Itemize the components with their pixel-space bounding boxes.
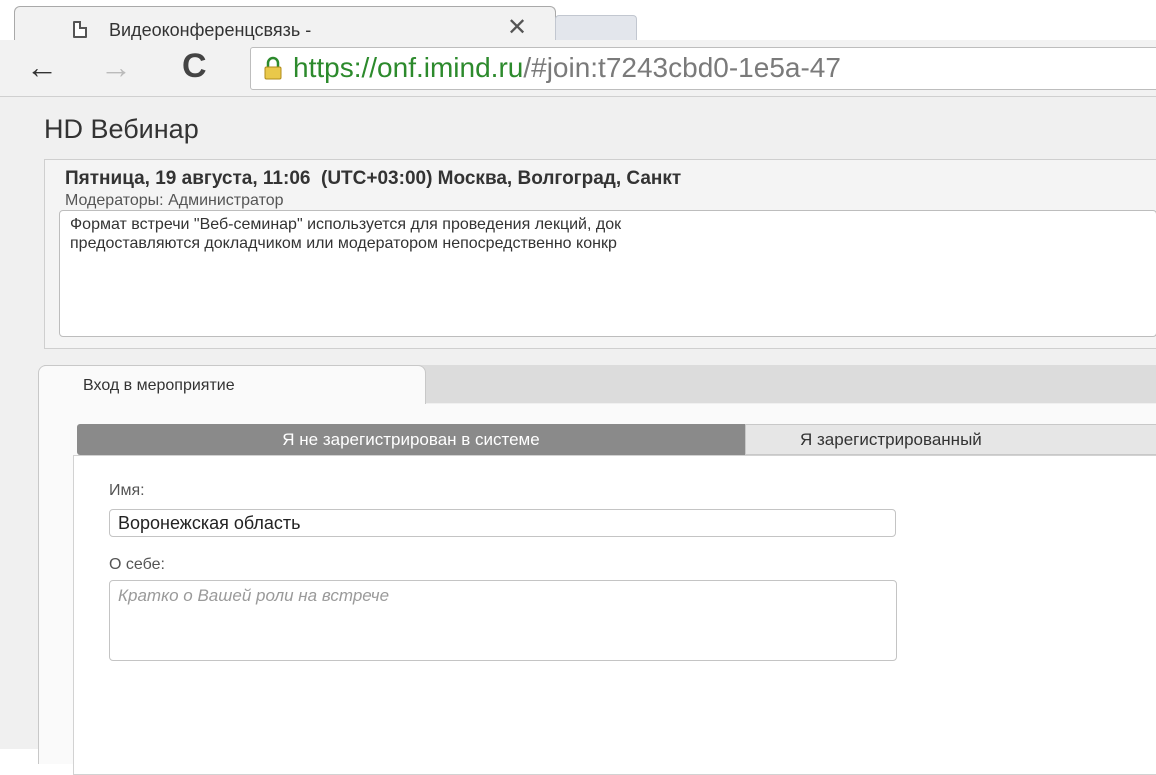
registered-option[interactable]: Я зарегистрированный: [745, 424, 1156, 455]
name-label: Имя:: [109, 482, 145, 499]
tab-content: Я не зарегистрирован в системе Я зарегис…: [38, 404, 1156, 775]
meeting-info-panel: Пятница, 19 августа, 11:06 (UTC+03:00) М…: [44, 159, 1156, 349]
registration-toggle: Я не зарегистрирован в системе Я зарегис…: [77, 424, 1156, 455]
tab-label: Вход в мероприятие: [83, 377, 235, 394]
url-text: https://onf.imind.ru/#join:t7243cbd0-1e5…: [293, 52, 841, 84]
forward-arrow-icon[interactable]: →: [100, 49, 132, 86]
back-arrow-icon[interactable]: ←: [26, 49, 58, 86]
browser-tab-strip: Видеоконференцсвязь - ✕: [0, 0, 1156, 45]
description-line: предоставляются докладчиком или модерато…: [70, 235, 617, 252]
unregistered-option[interactable]: Я не зарегистрирован в системе: [77, 424, 745, 455]
tab-event-entry[interactable]: Вход в мероприятие: [38, 365, 426, 405]
address-bar[interactable]: https://onf.imind.ru/#join:t7243cbd0-1e5…: [250, 47, 1156, 90]
meeting-moderators: Модераторы: Администратор: [65, 192, 284, 209]
close-icon[interactable]: ✕: [507, 16, 527, 40]
new-tab-button[interactable]: [555, 15, 637, 41]
meeting-datetime: Пятница, 19 августа, 11:06 (UTC+03:00) М…: [65, 168, 682, 189]
reload-icon[interactable]: C: [182, 47, 207, 86]
guest-form: Имя: О себе:: [73, 455, 1156, 775]
description-line: Формат встречи "Веб-семинар" используетс…: [70, 216, 622, 233]
page-title: HD Вебинар: [44, 114, 199, 144]
browser-toolbar: ← → C https://onf.imind.ru/#join:t7243cb…: [0, 40, 1156, 97]
meeting-description: Формат встречи "Веб-семинар" используетс…: [59, 210, 1156, 337]
url-host: onf.imind.ru: [377, 52, 524, 83]
url-scheme: https://: [293, 52, 378, 83]
about-field[interactable]: [109, 580, 897, 661]
name-field[interactable]: [109, 509, 896, 537]
browser-tab-title: Видеоконференцсвязь -: [109, 20, 312, 40]
page-content: HD Вебинар Пятница, 19 августа, 11:06 (U…: [0, 97, 1156, 775]
url-path: /#join:t7243cbd0-1e5a-47: [523, 52, 841, 83]
about-label: О себе:: [109, 556, 165, 573]
lock-icon: [264, 56, 282, 80]
document-icon: [73, 21, 87, 38]
